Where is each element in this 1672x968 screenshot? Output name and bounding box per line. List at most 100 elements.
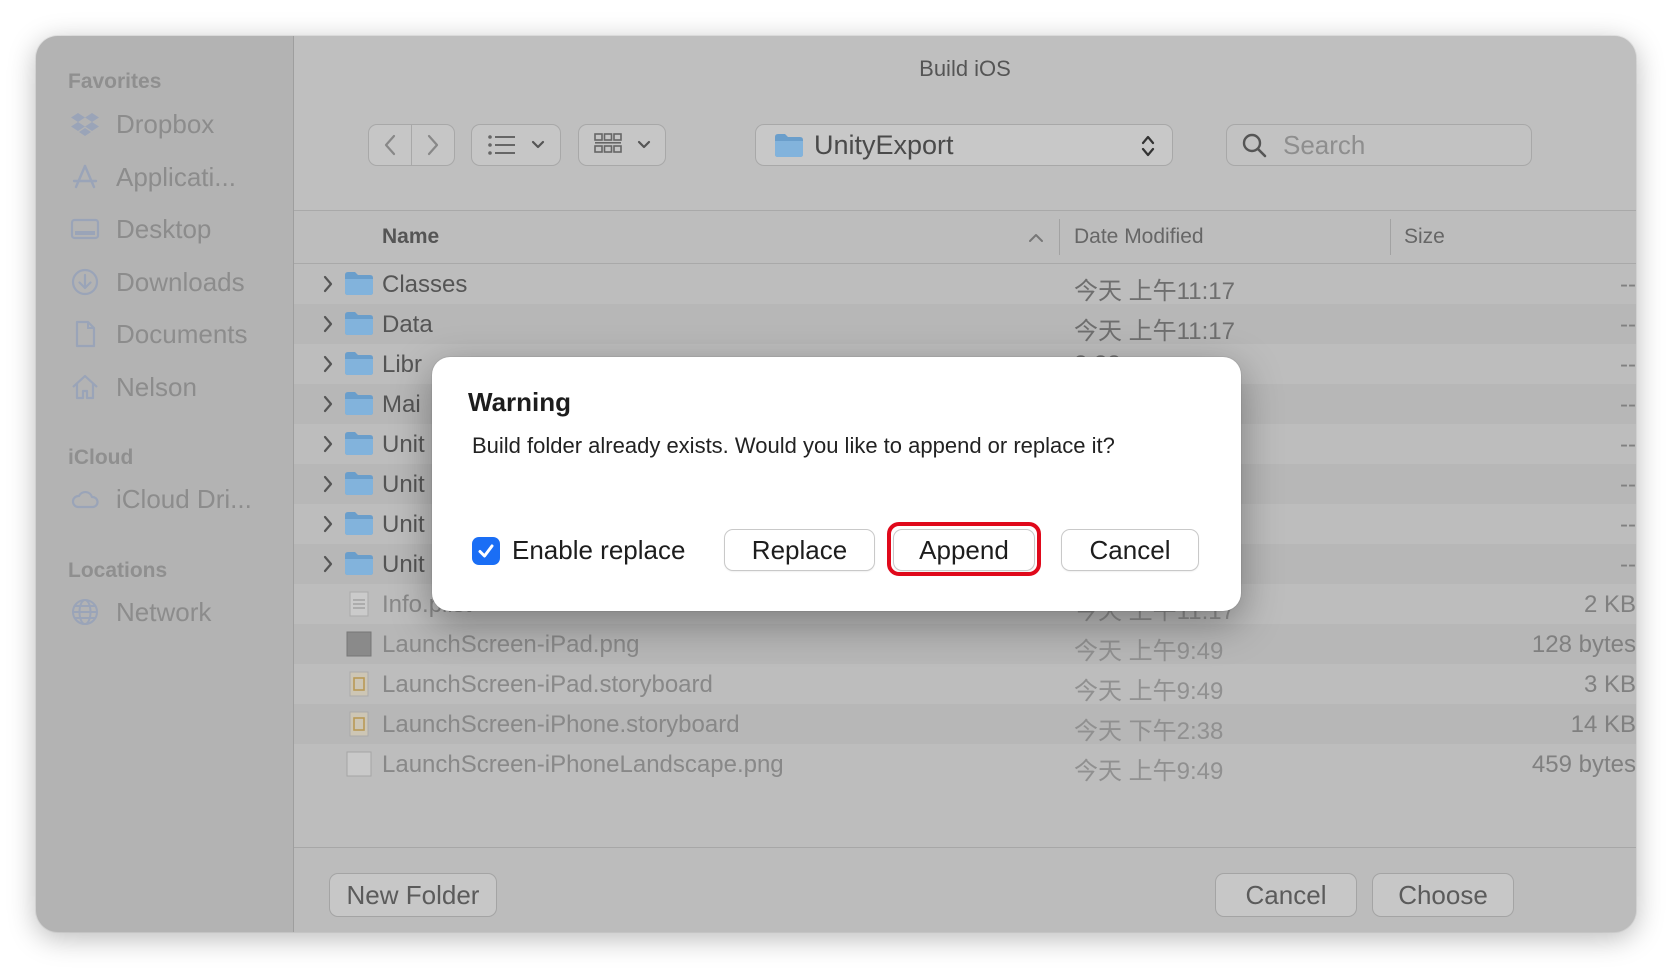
search-input[interactable] xyxy=(1281,128,1505,162)
row-size: -- xyxy=(1620,311,1636,338)
grid-icon xyxy=(594,133,622,153)
row-name: LaunchScreen-iPhoneLandscape.png xyxy=(382,751,784,778)
forward-button[interactable] xyxy=(412,125,454,165)
disclosure-chevron-icon[interactable] xyxy=(322,514,334,534)
window-title: Build iOS xyxy=(919,56,1011,81)
row-name: LaunchScreen-iPad.png xyxy=(382,631,640,658)
sidebar-item-label: iCloud Dri... xyxy=(116,483,252,514)
bottom-bar: New Folder Cancel Choose xyxy=(294,847,1636,932)
folder-icon xyxy=(345,392,373,415)
home-icon xyxy=(68,372,102,402)
table-row[interactable]: LaunchScreen-iPad.storyboard 今天 上午9:49 3 K… xyxy=(294,664,1636,705)
network-icon xyxy=(68,597,102,627)
enable-replace-checkbox[interactable]: Enable replace xyxy=(472,535,685,566)
sidebar-item-documents[interactable]: Documents xyxy=(68,314,248,354)
desktop-icon xyxy=(68,214,102,244)
table-row[interactable]: LaunchScreen-iPad.png 今天 上午9:49 128 bytes xyxy=(294,624,1636,665)
replace-button[interactable]: Replace xyxy=(725,530,874,570)
sidebar-item-label: Documents xyxy=(116,318,248,349)
chevron-left-icon xyxy=(384,134,396,156)
disclosure-chevron-icon[interactable] xyxy=(322,274,334,294)
sidebar-item-desktop[interactable]: Desktop xyxy=(68,209,211,249)
documents-icon xyxy=(68,319,102,349)
back-button[interactable] xyxy=(369,125,411,165)
dialog-cancel-button[interactable]: Cancel xyxy=(1062,530,1198,570)
sidebar-section-icloud: iCloud xyxy=(68,446,134,469)
row-size: -- xyxy=(1620,471,1636,498)
path-popup[interactable]: UnityExport xyxy=(756,125,1172,165)
table-row[interactable]: Classes 今天 上午11:17 -- xyxy=(294,264,1636,305)
storyboard-file-icon xyxy=(349,671,369,697)
disclosure-chevron-icon[interactable] xyxy=(322,474,334,494)
chevron-down-icon xyxy=(637,140,651,149)
sidebar-item-network[interactable]: Network xyxy=(68,592,211,632)
row-size: 2 KB xyxy=(1583,591,1636,618)
plist-file-icon xyxy=(349,591,369,617)
dropbox-icon xyxy=(68,109,102,139)
group-view-button[interactable] xyxy=(579,125,665,165)
storyboard-file-icon xyxy=(349,711,369,737)
list-view-button[interactable] xyxy=(472,125,560,165)
checkbox-checked-icon[interactable] xyxy=(472,536,500,565)
warning-dialog: Warning Build folder already exists. Wou… xyxy=(432,357,1241,611)
path-label: UnityExport xyxy=(814,129,954,160)
column-separator[interactable] xyxy=(1059,219,1060,255)
new-folder-button[interactable]: New Folder xyxy=(330,874,496,916)
list-icon xyxy=(488,135,515,155)
row-size: -- xyxy=(1620,391,1636,418)
sidebar-item-applications[interactable]: Applicati... xyxy=(68,157,236,197)
row-name: LaunchScreen-iPad.storyboard xyxy=(382,671,713,698)
disclosure-chevron-icon[interactable] xyxy=(322,314,334,334)
cancel-button[interactable]: Cancel xyxy=(1216,874,1356,916)
row-size: 14 KB xyxy=(1570,711,1636,738)
folder-icon xyxy=(345,432,373,455)
disclosure-chevron-icon[interactable] xyxy=(322,434,334,454)
table-row[interactable]: Data 今天 上午11:17 -- xyxy=(294,304,1636,345)
row-date: 今天 下午2:38 xyxy=(1074,718,1224,745)
table-row[interactable]: LaunchScreen-iPhone.storyboard 今天 下午2:38 1… xyxy=(294,704,1636,745)
sidebar-item-label: Dropbox xyxy=(116,108,215,139)
image-file-icon xyxy=(346,751,372,777)
row-date: 今天 上午9:49 xyxy=(1074,758,1224,785)
sidebar-item-label: Nelson xyxy=(116,371,197,402)
column-separator[interactable] xyxy=(1390,219,1391,255)
row-size: 3 KB xyxy=(1583,671,1636,698)
row-date: 今天 上午11:17 xyxy=(1074,278,1235,305)
disclosure-chevron-icon[interactable] xyxy=(322,394,334,414)
sidebar-section-favorites: Favorites xyxy=(68,70,162,93)
disclosure-chevron-icon[interactable] xyxy=(322,554,334,574)
folder-icon xyxy=(345,512,373,535)
search-icon xyxy=(1242,133,1267,158)
row-name: Unit xyxy=(382,511,425,538)
column-header-name[interactable]: Name xyxy=(382,225,439,249)
sidebar-item-label: Downloads xyxy=(116,266,245,297)
row-size: -- xyxy=(1620,551,1636,578)
sidebar-section-locations: Locations xyxy=(68,559,168,582)
sidebar-item-label: Applicati... xyxy=(116,161,236,192)
sidebar: Favorites Dropbox Applicati... Desktop D… xyxy=(36,36,294,932)
row-name: Unit xyxy=(382,431,425,458)
image-file-icon xyxy=(346,631,372,657)
icloud-icon xyxy=(68,484,102,514)
folder-icon xyxy=(345,272,373,295)
choose-button[interactable]: Choose xyxy=(1373,874,1513,916)
folder-icon xyxy=(345,472,373,495)
search-field[interactable] xyxy=(1227,125,1531,165)
column-header-size[interactable]: Size xyxy=(1404,225,1445,249)
row-size: -- xyxy=(1620,431,1636,458)
sidebar-item-label: Network xyxy=(116,596,212,627)
row-size: 128 bytes xyxy=(1531,631,1636,658)
folder-icon xyxy=(345,352,373,375)
column-header-row: Name Date Modified Size xyxy=(294,211,1636,264)
sidebar-item-dropbox[interactable]: Dropbox xyxy=(68,104,214,144)
column-header-date[interactable]: Date Modified xyxy=(1074,225,1204,249)
disclosure-chevron-icon[interactable] xyxy=(322,354,334,374)
checkbox-label: Enable replace xyxy=(512,535,686,565)
append-button[interactable]: Append xyxy=(894,530,1034,570)
table-row[interactable]: LaunchScreen-iPhoneLandscape.png 今天 上午9:4… xyxy=(294,744,1636,785)
row-name: Mai xyxy=(382,391,421,418)
sidebar-item-nelson[interactable]: Nelson xyxy=(68,367,197,407)
sidebar-item-icloud-drive[interactable]: iCloud Dri... xyxy=(68,479,252,519)
sidebar-item-downloads[interactable]: Downloads xyxy=(68,262,245,302)
folder-icon xyxy=(345,312,373,335)
